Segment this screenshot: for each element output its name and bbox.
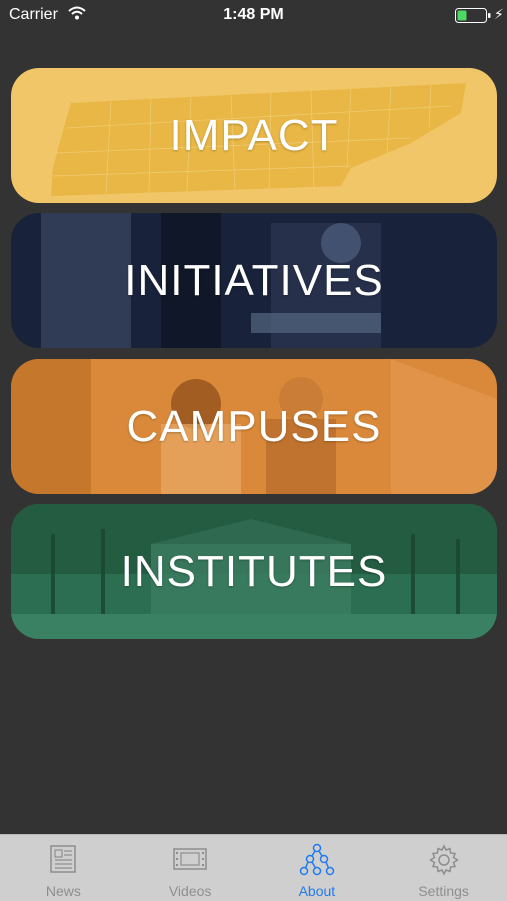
status-time: 1:48 PM — [223, 6, 284, 23]
initiatives-card[interactable]: INITIATIVES — [11, 213, 497, 348]
institutes-card[interactable]: INSTITUTES — [11, 504, 497, 639]
tab-videos-label: Videos — [168, 883, 212, 899]
status-bar: Carrier 1:48 PM ⚡ — [0, 0, 507, 30]
tab-news[interactable]: News — [0, 835, 127, 901]
film-icon — [173, 848, 207, 870]
tab-about[interactable]: About — [254, 835, 381, 901]
charging-icon: ⚡ — [494, 6, 504, 22]
tab-videos[interactable]: Videos — [127, 835, 254, 901]
battery-icon — [455, 8, 491, 28]
tab-settings-label: Settings — [418, 883, 469, 899]
campuses-label: CAMPUSES — [126, 401, 382, 451]
initiatives-label: INITIATIVES — [124, 255, 384, 305]
campuses-card[interactable]: CAMPUSES — [11, 359, 497, 494]
tab-news-label: News — [45, 883, 81, 899]
tab-bar: News Videos About Settings — [0, 834, 507, 901]
network-icon — [299, 843, 335, 876]
gear-icon — [428, 844, 459, 876]
impact-card[interactable]: IMPACT — [11, 68, 497, 203]
impact-label: IMPACT — [169, 110, 339, 160]
newspaper-icon — [50, 845, 77, 873]
institutes-label: INSTITUTES — [120, 546, 388, 596]
tab-settings[interactable]: Settings — [380, 835, 507, 901]
tab-about-label: About — [298, 883, 336, 899]
